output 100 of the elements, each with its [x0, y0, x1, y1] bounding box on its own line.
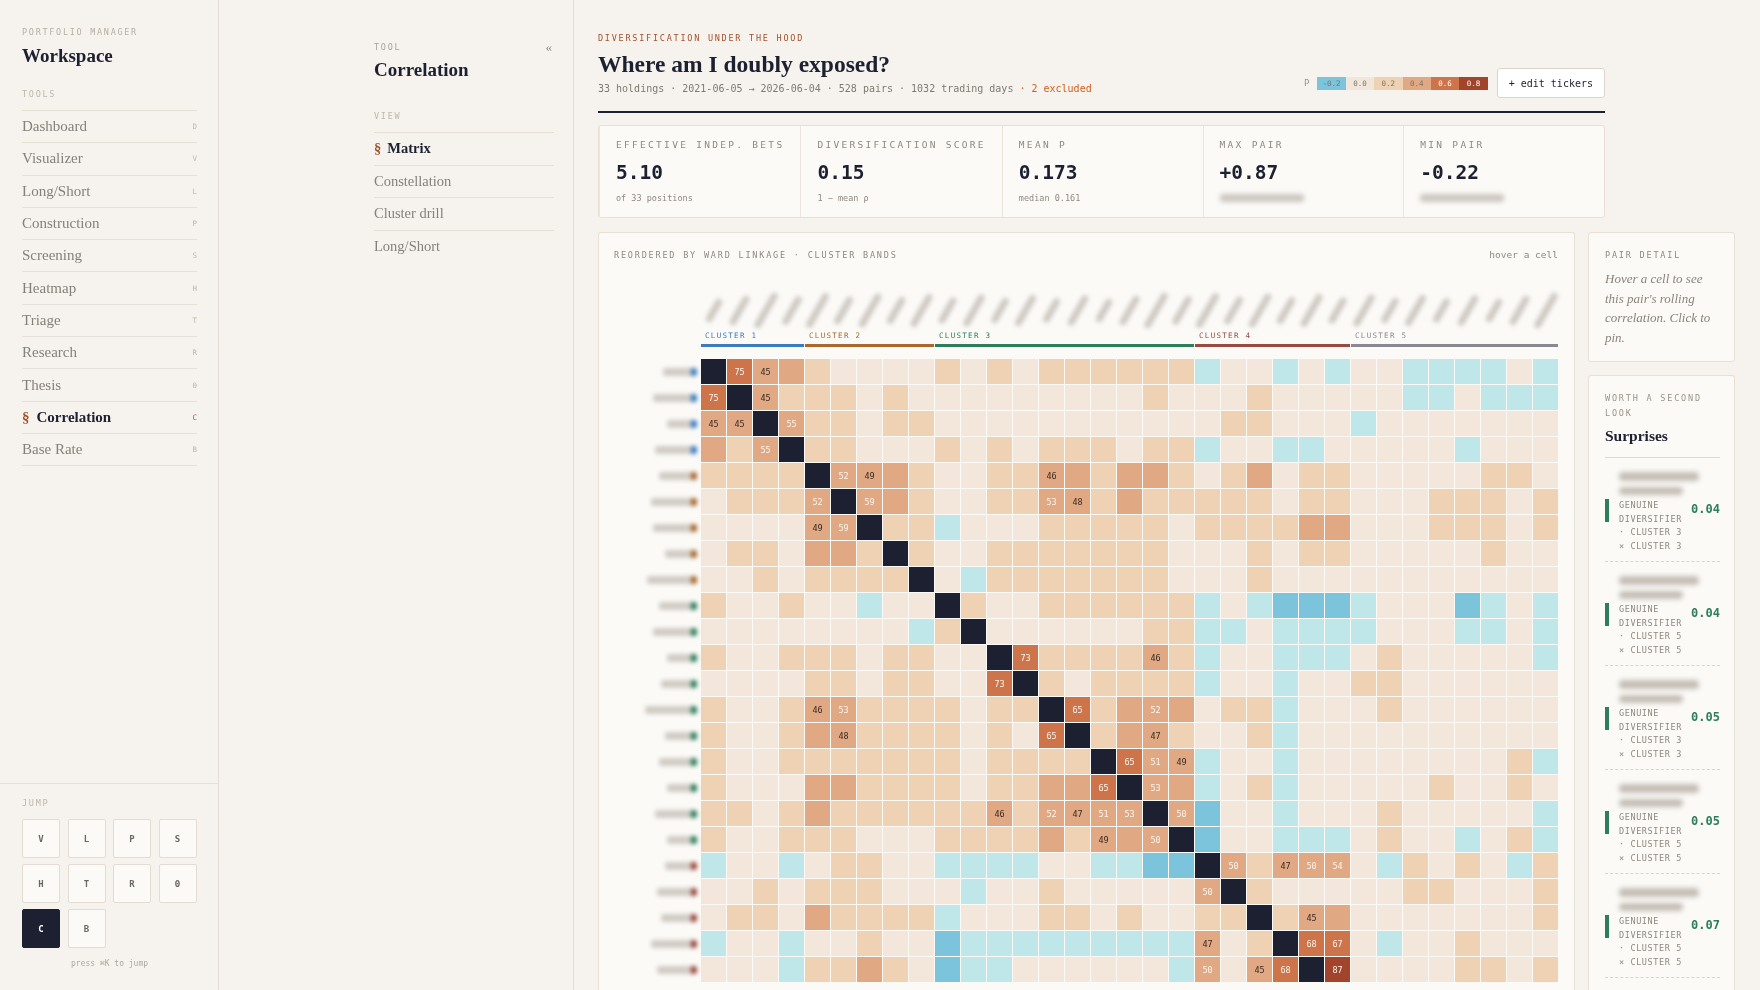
section-label: VIEW — [374, 110, 403, 122]
matrix-cell[interactable]: 59 — [857, 489, 882, 514]
stat-label: MEAN Ρ — [1018, 139, 1068, 151]
matrix-cell[interactable]: 52 — [1143, 697, 1168, 722]
matrix-cell[interactable]: 53 — [1143, 775, 1168, 800]
jump-key[interactable]: R — [113, 864, 151, 903]
excluded-count: · 2 excluded — [1019, 83, 1092, 95]
matrix-cell[interactable]: 51 — [1091, 801, 1116, 826]
section-label: JUMP — [22, 797, 51, 809]
edit-tickers-button[interactable]: + edit tickers — [1496, 68, 1605, 98]
jump-key[interactable]: V — [22, 819, 60, 858]
collapse-button[interactable]: « — [543, 41, 554, 53]
jump-hint: press ⌘K to jump — [69, 958, 150, 970]
matrix-cell[interactable]: 45 — [1247, 957, 1272, 982]
matrix-cell[interactable]: 65 — [1065, 697, 1090, 722]
matrix-cell[interactable]: 47 — [1273, 853, 1298, 878]
matrix-cell[interactable]: 49 — [1091, 827, 1116, 852]
matrix-cell[interactable]: 87 — [1325, 957, 1350, 982]
matrix-cell[interactable]: 45 — [753, 359, 778, 384]
matrix-cell[interactable]: 75 — [727, 359, 752, 384]
stat-value: +0.87 — [1219, 161, 1280, 185]
matrix-cell[interactable]: 51 — [1143, 749, 1168, 774]
matrix-cell[interactable]: 47 — [1195, 931, 1220, 956]
matrix-cell[interactable]: 45 — [1299, 905, 1324, 930]
jump-key[interactable]: L — [67, 819, 106, 858]
jump-key[interactable]: B — [67, 909, 106, 948]
matrix-cell[interactable]: 45 — [753, 385, 778, 410]
card-title: Surprises — [1605, 427, 1720, 458]
matrix-cell[interactable]: 50 — [1143, 827, 1168, 852]
surprise-tag: GENUINE DIVERSIFIER · CLUSTER 3 × CLUSTER 3 — [1619, 707, 1687, 761]
view-item[interactable]: Long/Short — [374, 229, 554, 262]
matrix-cell[interactable]: 73 — [987, 671, 1012, 696]
card-label: WORTH A SECOND LOOK — [1605, 392, 1703, 420]
stat-note: median 0.161 — [1018, 192, 1082, 204]
jump-key[interactable]: P — [113, 819, 151, 858]
matrix-cell[interactable]: 49 — [805, 515, 830, 540]
view-item[interactable]: Constellation — [374, 164, 554, 197]
matrix-cell[interactable]: 46 — [987, 801, 1012, 826]
matrix-cell[interactable]: 55 — [779, 411, 804, 436]
card-label: PAIR DETAIL — [1605, 249, 1683, 261]
jump-key[interactable]: T — [67, 864, 106, 903]
matrix-cell[interactable]: 50 — [1299, 853, 1324, 878]
surprise-score: 0.05 — [1691, 709, 1720, 725]
jump-key[interactable]: S — [158, 819, 197, 858]
app-eyebrow: PORTFOLIO MANAGER — [22, 26, 139, 38]
matrix-cell[interactable]: 46 — [1143, 645, 1168, 670]
matrix-cell[interactable]: 48 — [831, 723, 856, 748]
stat-label: EFFECTIVE INDEP. BETS — [616, 139, 785, 151]
matrix-cell[interactable]: 50 — [1195, 879, 1220, 904]
jump-key[interactable]: C — [22, 909, 60, 948]
view-item[interactable]: § Matrix — [374, 132, 554, 165]
matrix-cell[interactable]: 59 — [831, 515, 856, 540]
workspace-title: Workspace — [22, 45, 114, 67]
matrix-cell[interactable]: 53 — [831, 697, 856, 722]
matrix-cell[interactable]: 47 — [1143, 723, 1168, 748]
matrix-cell[interactable]: 46 — [1039, 463, 1064, 488]
jump-key[interactable]: H — [22, 864, 60, 903]
matrix-cell[interactable]: 49 — [857, 463, 882, 488]
surprise-tag: GENUINE DIVERSIFIER · CLUSTER 3 × CLUSTER 3 — [1619, 499, 1687, 553]
matrix-cell[interactable]: 50 — [1195, 957, 1220, 982]
stat-label: MAX PAIR — [1219, 139, 1285, 151]
matrix-cell[interactable]: 68 — [1299, 931, 1324, 956]
matrix-cell[interactable]: 52 — [831, 463, 856, 488]
matrix-cell[interactable]: 55 — [753, 437, 778, 462]
marker-bar-icon — [1605, 811, 1609, 834]
stat-note: 1 − mean ρ — [817, 192, 870, 204]
matrix-cell[interactable]: 73 — [1013, 645, 1038, 670]
matrix-cell[interactable]: 45 — [701, 411, 726, 436]
surprise-tag: GENUINE DIVERSIFIER · CLUSTER 5 × CLUSTER 5 — [1619, 915, 1687, 969]
matrix-cell[interactable]: 50 — [1221, 853, 1246, 878]
matrix-cell[interactable]: 48 — [1065, 489, 1090, 514]
matrix-cell[interactable]: 52 — [805, 489, 830, 514]
matrix-cell[interactable]: 68 — [1273, 957, 1298, 982]
matrix-cell[interactable]: 49 — [1169, 749, 1194, 774]
matrix-cell[interactable]: 53 — [1117, 801, 1142, 826]
matrix-caption: REORDERED BY WARD LINKAGE · CLUSTER BANDS — [614, 249, 898, 261]
marker-bar-icon — [1605, 915, 1609, 938]
matrix-cell[interactable]: 53 — [1039, 489, 1064, 514]
stat-value: 0.173 — [1018, 161, 1079, 185]
matrix-cell[interactable]: 75 — [701, 385, 726, 410]
matrix-cell[interactable]: 52 — [1039, 801, 1064, 826]
matrix-cell[interactable]: 65 — [1091, 775, 1116, 800]
surprise-score: 0.07 — [1691, 917, 1720, 933]
view-item[interactable]: Cluster drill — [374, 197, 554, 230]
surprise-score: 0.05 — [1691, 813, 1720, 829]
matrix-cell[interactable]: 50 — [1169, 801, 1194, 826]
matrix-cell[interactable]: 67 — [1325, 931, 1350, 956]
surprise-tag: GENUINE DIVERSIFIER · CLUSTER 5 × CLUSTER 5 — [1619, 811, 1687, 865]
matrix-cell[interactable]: 46 — [805, 697, 830, 722]
stat-value: 0.15 — [817, 161, 866, 185]
surprise-score: 0.04 — [1691, 605, 1720, 621]
page-title: Where am I doubly exposed? — [598, 50, 892, 78]
matrix-cell[interactable]: 54 — [1325, 853, 1350, 878]
matrix-cell[interactable]: 47 — [1065, 801, 1090, 826]
matrix-cell[interactable]: 65 — [1117, 749, 1142, 774]
stat-value: 5.10 — [616, 161, 664, 185]
stat-note: of 33 positions — [616, 192, 694, 204]
matrix-cell[interactable]: 45 — [727, 411, 752, 436]
jump-key[interactable]: Θ — [158, 864, 197, 903]
matrix-cell[interactable]: 65 — [1039, 723, 1064, 748]
